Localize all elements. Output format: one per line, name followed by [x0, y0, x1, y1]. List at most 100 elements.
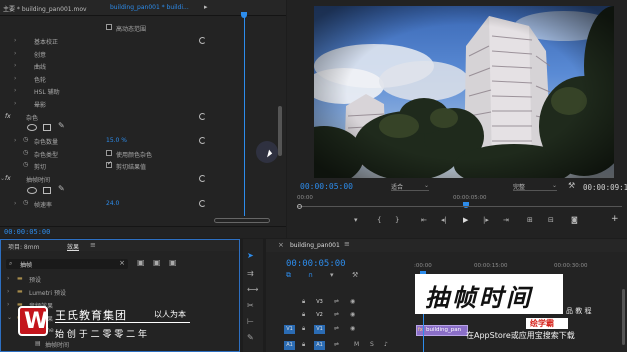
effects-search-field[interactable]: ⌕ 抽帧 × [6, 259, 128, 269]
chevron-right-icon[interactable]: › [14, 100, 16, 107]
chevron-right-icon[interactable]: › [14, 87, 16, 94]
add-marker-icon[interactable]: ▾ [354, 216, 358, 224]
stopwatch-icon[interactable]: ◷ [23, 161, 28, 168]
mark-out-icon[interactable]: } [395, 216, 399, 224]
fx-icon[interactable]: fx [5, 113, 11, 120]
new-bin-icon[interactable]: ▣ [137, 258, 145, 267]
pen-mask-icon[interactable]: ✎ [58, 184, 65, 193]
stopwatch-icon[interactable]: ◷ [23, 136, 28, 143]
chevron-right-icon[interactable]: › [14, 137, 16, 144]
track-select-tool-icon[interactable]: ⇉ [247, 269, 254, 278]
fx-icon[interactable]: fx [5, 175, 11, 182]
clear-search-icon[interactable]: × [119, 259, 125, 267]
lock-icon[interactable]: 🔒︎ [302, 311, 305, 319]
selection-tool-icon[interactable]: ➤ [247, 251, 254, 260]
mute-button[interactable]: M [354, 341, 359, 348]
effect-mini-timeline[interactable] [214, 12, 286, 216]
zoom-handle[interactable] [297, 204, 302, 209]
frame-rate-value[interactable]: 24.0 [106, 200, 119, 210]
fit-dropdown[interactable]: 适合 ⌄ [391, 182, 429, 191]
menu-icon[interactable]: ≡ [90, 241, 96, 249]
timeline-timecode[interactable]: 00:00:05:00 [286, 259, 346, 269]
ellipse-mask-icon[interactable] [27, 187, 37, 194]
tab-sequence[interactable]: building_pan001 [290, 242, 340, 249]
hdr-checkbox[interactable] [106, 24, 112, 30]
chevron-right-icon[interactable]: › [14, 62, 16, 69]
accelerated-icon[interactable]: ▣ [153, 258, 161, 267]
step-back-icon[interactable]: ◂| [441, 216, 447, 224]
close-icon[interactable]: × [278, 241, 284, 249]
step-forward-icon[interactable]: |▸ [483, 216, 489, 224]
camera-icon[interactable]: ◙ [571, 216, 578, 224]
eye-icon[interactable]: ◉ [350, 325, 355, 332]
pen-mask-icon[interactable]: ✎ [58, 121, 65, 130]
eye-icon[interactable]: ◉ [350, 298, 355, 305]
clip-result-checkbox[interactable] [106, 160, 112, 168]
chevron-right-icon[interactable]: › [14, 50, 16, 57]
program-ruler[interactable]: 00:00 00:00:05:00 [297, 194, 622, 212]
mark-in-icon[interactable]: { [377, 216, 381, 224]
rect-mask-icon[interactable] [43, 124, 51, 131]
track-name-v3[interactable]: V3 [314, 298, 325, 307]
menu-icon[interactable]: ≡ [344, 240, 350, 248]
snap-icon[interactable]: ⧉ [286, 271, 291, 280]
track-name-v1[interactable]: V1 [314, 325, 325, 334]
quality-dropdown[interactable]: 完整 ⌄ [513, 182, 557, 191]
razor-tool-icon[interactable]: ✂ [247, 301, 254, 310]
play-button[interactable]: ▶ [463, 216, 468, 224]
sync-icon[interactable]: ⇌ [334, 311, 339, 318]
reset-icon[interactable] [199, 113, 206, 120]
wrench-icon[interactable]: ⚒ [352, 271, 358, 279]
lift-icon[interactable]: ⊞ [527, 216, 533, 224]
linked-selection-icon[interactable]: ∩ [308, 271, 313, 279]
reset-icon[interactable] [199, 37, 206, 44]
go-to-out-icon[interactable]: ⇥ [503, 216, 509, 224]
sync-icon[interactable]: ⇌ [334, 298, 339, 305]
play-icon[interactable]: ▸ [204, 3, 208, 11]
chevron-right-icon[interactable]: › [14, 75, 16, 82]
noise-amount-value[interactable]: 15.0 % [106, 137, 127, 147]
add-marker-icon[interactable]: ▾ [330, 271, 334, 279]
curves-label[interactable]: 曲线 [34, 62, 46, 72]
rect-mask-icon[interactable] [43, 187, 51, 194]
source-patch-a1[interactable]: A1 [284, 341, 295, 350]
lock-icon[interactable]: 🔒︎ [302, 325, 305, 333]
noise-section-label[interactable]: 杂色 [26, 113, 38, 123]
sync-icon[interactable]: ⇌ [334, 341, 339, 348]
slip-tool-icon[interactable]: ⊢ [247, 317, 254, 326]
effect-timecode[interactable]: 00:00:05:00 [4, 228, 50, 236]
color-noise-checkbox[interactable] [106, 150, 112, 156]
vignette-label[interactable]: 晕影 [34, 100, 46, 110]
creative-label[interactable]: 创意 [34, 50, 46, 60]
chevron-right-icon[interactable]: › [14, 37, 16, 44]
reset-icon[interactable] [199, 137, 206, 144]
frame-sampling-section-label[interactable]: 抽帧时间 [26, 175, 50, 185]
mic-icon[interactable]: ♪ [384, 341, 388, 348]
reset-icon[interactable] [199, 200, 206, 207]
chevron-right-icon[interactable]: › [14, 200, 16, 207]
scrollbar[interactable] [278, 106, 282, 156]
tab-project[interactable]: 项目: 8mm [8, 242, 39, 251]
source-patch-v1[interactable]: V1 [284, 325, 295, 334]
stopwatch-icon[interactable]: ◷ [23, 199, 28, 206]
track-name-v2[interactable]: V2 [314, 311, 325, 320]
hsl-label[interactable]: HSL 辅助 [34, 87, 60, 97]
color-wheels-label[interactable]: 色轮 [34, 75, 46, 85]
solo-button[interactable]: S [370, 341, 374, 348]
add-button[interactable]: + [611, 214, 619, 224]
reset-icon[interactable] [199, 175, 206, 182]
playhead-marker-icon[interactable] [463, 202, 469, 208]
ellipse-mask-icon[interactable] [27, 124, 37, 131]
tab-source-clip[interactable]: 主要 * building_pan001.mov [3, 4, 87, 13]
horizontal-scrollbar[interactable] [214, 218, 270, 223]
extract-icon[interactable]: ⊟ [548, 216, 554, 224]
ripple-edit-tool-icon[interactable]: ⟷ [247, 285, 258, 294]
go-to-in-icon[interactable]: ⇤ [421, 216, 427, 224]
program-timecode[interactable]: 00:00:05:00 [300, 182, 353, 191]
pen-tool-icon[interactable]: ✎ [247, 333, 254, 342]
program-video-frame[interactable] [314, 6, 614, 178]
basic-correction-label[interactable]: 基本校正 [34, 37, 58, 47]
sync-icon[interactable]: ⇌ [334, 325, 339, 332]
lock-icon[interactable]: 🔒︎ [302, 341, 305, 349]
tab-sequence-clip[interactable]: building_pan001 * buildi... [110, 4, 189, 11]
